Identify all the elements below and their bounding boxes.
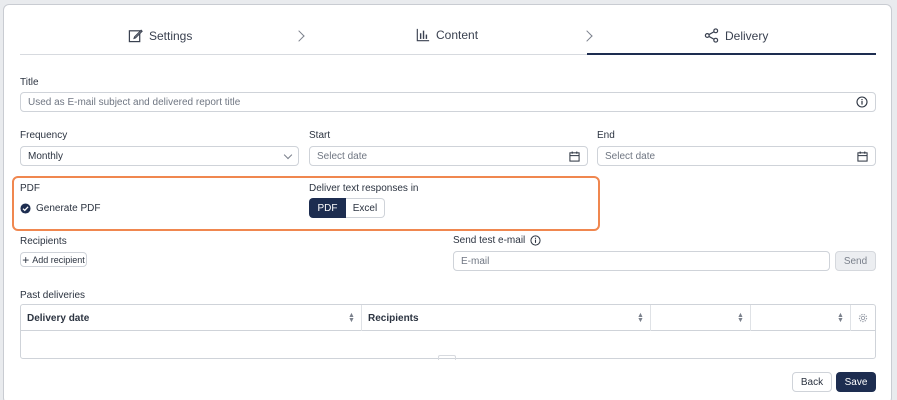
past-deliveries-label: Past deliveries [20, 290, 86, 301]
start-date-input[interactable]: Select date [309, 146, 588, 166]
title-input[interactable]: Used as E-mail subject and delivered rep… [20, 92, 876, 112]
frequency-label: Frequency [20, 130, 68, 141]
gear-icon[interactable] [858, 313, 868, 323]
frequency-value: Monthly [28, 150, 64, 162]
table-header-row: Delivery date ▲ ▼ Recipients ▲ ▼ ▲ ▼ ▲ ▼ [21, 305, 875, 331]
table-settings-cell [851, 305, 875, 331]
recipients-label: Recipients [20, 236, 67, 247]
edit-icon [128, 29, 143, 43]
report-delivery-dialog: Settings Content Delivery Title Used as … [3, 4, 892, 400]
info-icon[interactable] [530, 235, 541, 246]
send-test-email-label: Send test e-mail [453, 235, 526, 246]
generate-pdf-checkbox[interactable]: Generate PDF [20, 203, 100, 214]
send-test-email-button[interactable]: Send [835, 251, 876, 271]
title-label: Title [20, 77, 39, 88]
test-email-placeholder: E-mail [461, 255, 490, 267]
tab-content[interactable]: Content [416, 28, 478, 42]
sort-icon[interactable]: ▲ ▼ [737, 312, 744, 324]
generate-pdf-label: Generate PDF [36, 203, 101, 214]
scrollbar-handle[interactable] [438, 355, 456, 360]
save-button[interactable]: Save [836, 372, 876, 392]
sort-icon[interactable]: ▲ ▼ [837, 312, 844, 324]
end-date-input[interactable]: Select date [597, 146, 876, 166]
title-placeholder: Used as E-mail subject and delivered rep… [28, 96, 241, 108]
past-deliveries-table: Delivery date ▲ ▼ Recipients ▲ ▼ ▲ ▼ ▲ ▼ [20, 304, 876, 360]
bar-chart-icon [416, 28, 430, 42]
sort-icon[interactable]: ▲ ▼ [637, 312, 644, 324]
chevron-right-icon [581, 30, 593, 42]
tab-content-label: Content [436, 28, 479, 42]
send-test-email-header: Send test e-mail [453, 235, 541, 246]
tab-delivery[interactable]: Delivery [704, 28, 768, 43]
calendar-icon[interactable] [569, 150, 580, 162]
format-excel-button[interactable]: Excel [346, 198, 385, 218]
checkbox-checked-icon [20, 203, 31, 214]
frequency-select[interactable]: Monthly [20, 146, 299, 166]
tab-delivery-label: Delivery [725, 28, 769, 43]
chevron-down-icon [283, 150, 293, 159]
chevron-right-icon [293, 30, 305, 42]
start-placeholder: Select date [317, 150, 368, 162]
test-email-input[interactable]: E-mail [453, 251, 830, 271]
deliver-text-label: Deliver text responses in [309, 183, 419, 194]
info-icon[interactable] [856, 96, 868, 108]
tab-settings[interactable]: Settings [128, 28, 192, 43]
active-tab-indicator [587, 53, 876, 55]
column-header-4[interactable]: ▲ ▼ [751, 305, 851, 331]
add-recipient-button[interactable]: + Add recipient [20, 252, 87, 267]
column-header-recipients[interactable]: Recipients ▲ ▼ [362, 305, 651, 331]
start-label: Start [309, 130, 331, 141]
add-recipient-label: Add recipient [32, 254, 85, 265]
plus-icon: + [22, 252, 30, 267]
column-header-3[interactable]: ▲ ▼ [651, 305, 751, 331]
column-header-delivery-date[interactable]: Delivery date ▲ ▼ [21, 305, 362, 331]
end-placeholder: Select date [605, 150, 656, 162]
format-pdf-button[interactable]: PDF [309, 198, 346, 218]
end-label: End [597, 130, 615, 141]
calendar-icon[interactable] [857, 150, 868, 162]
pdf-label: PDF [20, 183, 40, 194]
sort-icon[interactable]: ▲ ▼ [348, 312, 355, 324]
back-button[interactable]: Back [792, 372, 832, 392]
tab-settings-label: Settings [149, 28, 193, 43]
share-icon [704, 28, 719, 43]
